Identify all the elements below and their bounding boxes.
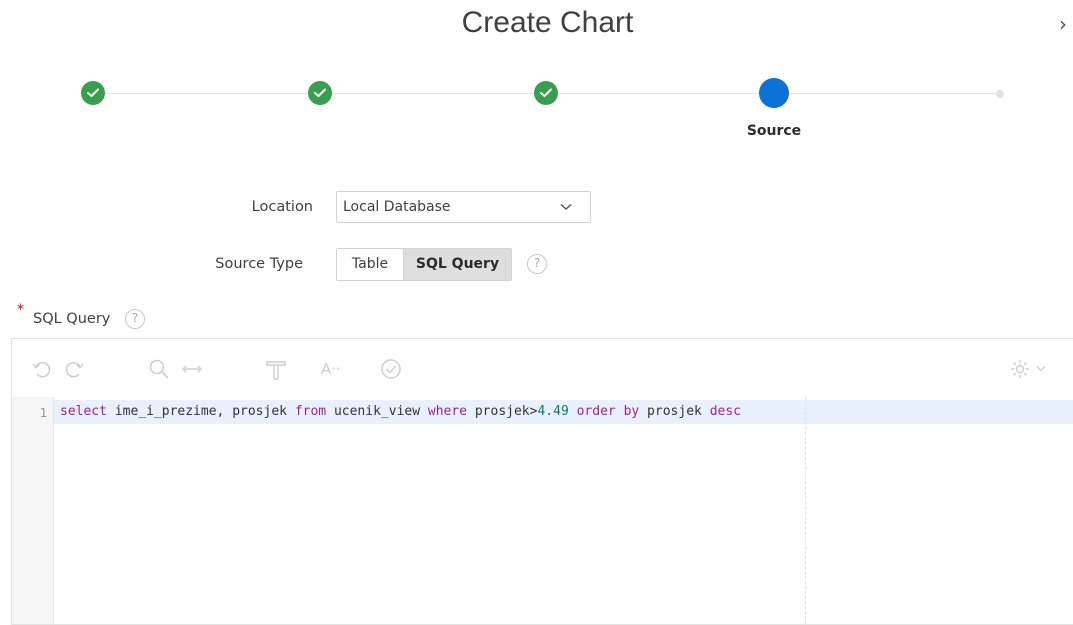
code-token: prosjek xyxy=(639,404,710,419)
code-token: order by xyxy=(576,404,640,419)
validate-icon[interactable] xyxy=(379,357,405,381)
print-margin xyxy=(805,397,806,624)
location-label: Location xyxy=(251,199,313,215)
wizard-step-3-complete xyxy=(534,81,558,105)
chevron-down-icon xyxy=(560,203,572,210)
location-select[interactable]: Local Database xyxy=(336,191,591,223)
close-button[interactable]: › xyxy=(1055,12,1071,36)
checkmark-icon xyxy=(314,88,326,97)
checkmark-icon xyxy=(540,88,552,97)
source-type-label: Source Type xyxy=(215,256,303,272)
editor-toolbar: A·· xyxy=(12,339,1073,397)
code-token: 4.49 xyxy=(537,404,569,419)
wizard-step-5-future xyxy=(996,90,1004,98)
wizard-step-2-complete xyxy=(308,81,332,105)
dialog-title: Create Chart xyxy=(461,6,634,39)
sql-code-editor[interactable]: A·· 1 select ime_i_prezime, prosjek from… xyxy=(11,338,1073,625)
code-token: desc xyxy=(709,404,741,419)
location-value: Local Database xyxy=(343,199,451,215)
code-area[interactable]: 1 select ime_i_prezime, prosjek from uce… xyxy=(12,397,1073,624)
autocomplete-icon[interactable]: A·· xyxy=(321,357,347,381)
redo-icon[interactable] xyxy=(62,357,88,381)
code-line: select ime_i_prezime, prosjek from uceni… xyxy=(60,404,741,419)
line-number: 1 xyxy=(39,405,47,420)
help-icon[interactable]: ? xyxy=(527,254,547,274)
wizard-step-4-current xyxy=(759,78,789,108)
replace-icon[interactable] xyxy=(180,357,206,381)
settings-icon[interactable] xyxy=(1008,357,1054,381)
code-token: where xyxy=(427,404,468,419)
code-token: select xyxy=(60,404,107,419)
source-type-table-option[interactable]: Table xyxy=(336,248,404,281)
checkmark-icon xyxy=(87,88,99,97)
code-token: ime_i_prezime, prosjek xyxy=(106,404,295,419)
code-token: ucenik_view xyxy=(326,404,428,419)
required-indicator: * xyxy=(17,302,24,318)
format-icon[interactable] xyxy=(264,357,290,381)
help-icon[interactable]: ? xyxy=(125,309,145,329)
wizard-step-1-complete xyxy=(81,81,105,105)
search-icon[interactable] xyxy=(147,357,173,381)
code-token: from xyxy=(294,404,327,419)
undo-icon[interactable] xyxy=(30,357,56,381)
source-type-sql-query-option[interactable]: SQL Query xyxy=(403,248,512,281)
wizard-progress: Source xyxy=(0,78,1073,148)
sql-query-label: SQL Query xyxy=(33,311,111,327)
code-token: prosjek> xyxy=(467,404,538,419)
line-number-gutter: 1 xyxy=(12,397,54,624)
wizard-step-label: Source xyxy=(746,123,802,139)
